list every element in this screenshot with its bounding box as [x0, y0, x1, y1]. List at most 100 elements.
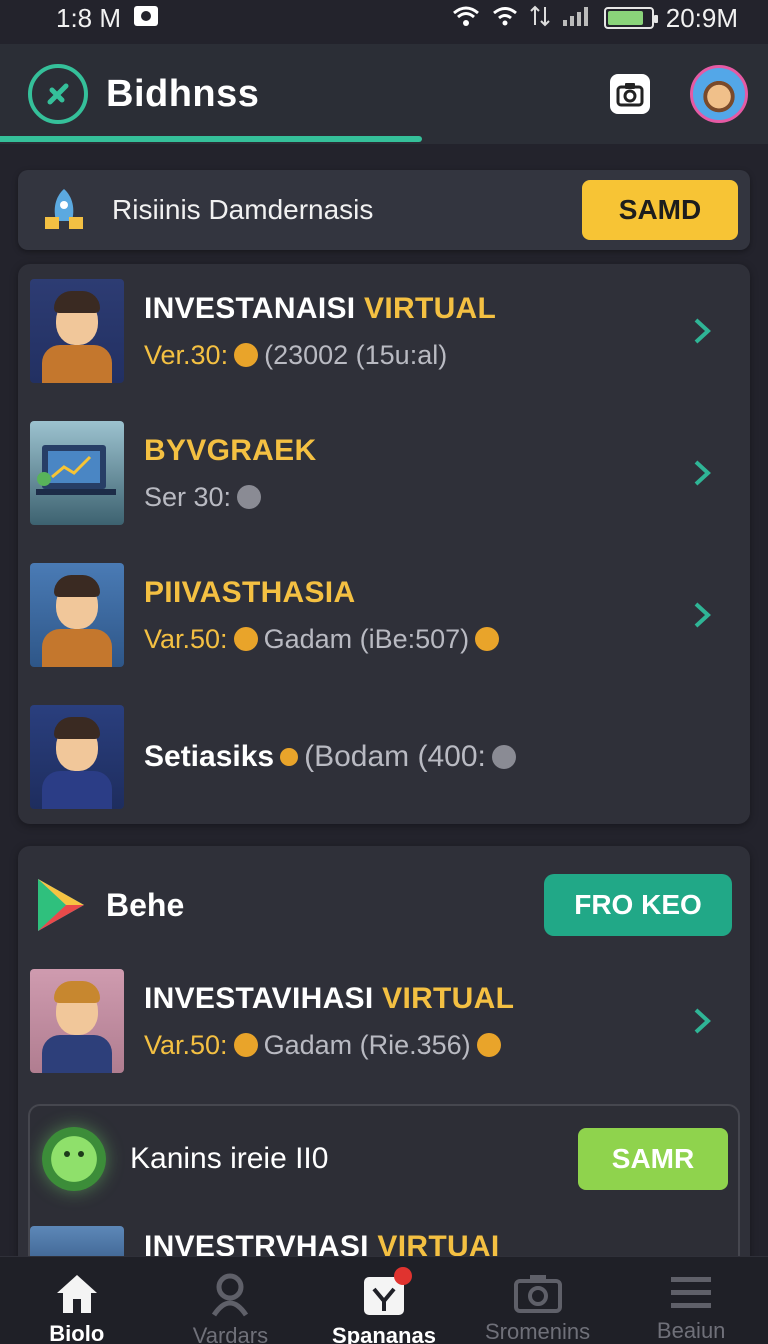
avatar-hair — [54, 575, 100, 597]
avatar[interactable] — [690, 65, 748, 123]
nested-card-title: Kanins ireie II0 — [130, 1142, 329, 1175]
laptop-chart-image — [30, 421, 124, 525]
status-time-right: 20:9M — [665, 2, 738, 33]
item-sub-label: Ver.30: — [144, 339, 229, 370]
item-title-main: INVESTAVIHASI — [144, 981, 374, 1015]
notification-badge — [393, 1267, 412, 1285]
chevron-right-icon[interactable] — [686, 1005, 718, 1037]
battery-fill — [607, 11, 644, 25]
item-subtitle: Var.50: Gadam (iBe:507) — [144, 624, 738, 655]
avatar-body — [42, 345, 112, 383]
coin-icon — [491, 745, 516, 769]
coin-icon — [233, 1033, 258, 1057]
nav-label: Vardars — [192, 1323, 269, 1344]
nav-label: Sromenins — [485, 1319, 591, 1344]
item-subtitle: Ser 30: — [144, 482, 738, 513]
item-title-accent: VIRTUAL — [364, 291, 497, 325]
list-item-text: Setiasiks (Bodam (400: — [144, 740, 738, 774]
item-subtitle: Ver.30: (23002 (15u:al) — [144, 340, 738, 371]
investor-avatar-image — [30, 563, 124, 667]
promo-banner[interactable]: Risiinis Damdernasis SAMD — [18, 170, 750, 250]
nav-label: Beaiun — [656, 1318, 726, 1343]
nav-item-spananas[interactable]: Spananas — [307, 1257, 461, 1344]
avatar-hair — [54, 981, 100, 1003]
rocket-icon — [36, 182, 92, 238]
coin-icon — [237, 485, 262, 509]
list-item[interactable]: Setiasiks (Bodam (400: — [30, 704, 738, 810]
screenshot-icon — [133, 3, 159, 34]
promo-button[interactable]: SAMD — [582, 180, 738, 240]
bottom-nav: Biolo Vardars Spananas Sromenins Beaiun — [0, 1256, 768, 1344]
battery-icon — [603, 7, 658, 29]
section-title: Behe — [106, 886, 185, 923]
investor-avatar-image — [30, 705, 124, 809]
status-time-left: 1:8 M — [56, 2, 122, 33]
data-transfer-icon — [530, 3, 550, 34]
camera-icon[interactable] — [610, 74, 650, 114]
home-icon — [53, 1273, 101, 1315]
avatar-body — [42, 629, 112, 667]
header-tab-indicator — [0, 136, 423, 142]
coin-icon — [476, 1033, 501, 1057]
investor-avatar-image — [30, 279, 124, 383]
item-sub-rest: (23002 (15u:al) — [264, 339, 448, 370]
avatar-hair — [54, 717, 100, 739]
item-sub-label: Var.50: — [144, 623, 228, 654]
coin-icon — [234, 343, 259, 367]
wifi-icon — [452, 3, 480, 34]
item-title: INVESTANAISI VIRTUAL — [144, 292, 738, 326]
item-subtitle: Setiasiks (Bodam (400: — [144, 740, 738, 774]
coin-icon — [475, 627, 500, 651]
item-title: INVESTAVIHASI VIRTUAL — [144, 982, 738, 1016]
item-subtitle: Var.50: Gadam (Rie.356) — [144, 1030, 738, 1061]
item-title-accent: VIRTUAL — [382, 981, 515, 1015]
item-sub-label: Ser 30: — [144, 481, 232, 512]
item-title: Setiasiks — [144, 740, 275, 773]
nav-item-beaiun[interactable]: Beaiun — [614, 1257, 768, 1344]
nav-label: Biolo — [49, 1321, 105, 1344]
section-card: Behe FRO KEO INVESTAVIHASI VIRTUAL Var.5… — [18, 846, 750, 1286]
chevron-right-icon[interactable] — [686, 599, 718, 631]
list-item-text: INVESTAVIHASI VIRTUAL Var.50: Gadam (Rie… — [144, 982, 738, 1061]
avatar-hair — [54, 291, 100, 313]
investor-avatar-image — [30, 969, 124, 1073]
chevron-right-icon[interactable] — [686, 457, 718, 489]
coin-icon — [233, 627, 258, 651]
person-icon — [206, 1273, 254, 1317]
app-logo-icon[interactable] — [28, 64, 88, 124]
play-store-icon — [36, 877, 86, 933]
list-item[interactable]: PIIVASTHASIA Var.50: Gadam (iBe:507) — [30, 562, 738, 668]
item-sub-rest: Gadam (iBe:507) — [263, 623, 470, 654]
list-item[interactable]: INVESTANAISI VIRTUAL Ver.30: (23002 (15u… — [30, 278, 738, 384]
item-sub-rest: Gadam (Rie.356) — [263, 1029, 471, 1060]
item-title-main: INVESTANAISI — [144, 291, 356, 325]
list-item-text: INVESTANAISI VIRTUAL Ver.30: (23002 (15u… — [144, 292, 738, 371]
signal-icon — [562, 3, 592, 34]
nav-item-vardars[interactable]: Vardars — [154, 1257, 308, 1344]
app-title: Bidhnss — [106, 72, 260, 115]
nav-label: Spananas — [332, 1323, 436, 1344]
investments-card: INVESTANAISI VIRTUAL Ver.30: (23002 (15u… — [18, 264, 750, 824]
section-action-button[interactable]: FRO KEO — [544, 874, 732, 936]
promo-text: Risiinis Damdernasis — [112, 194, 374, 225]
list-item[interactable]: BYVGRAEK Ser 30: — [30, 420, 738, 526]
chevron-right-icon[interactable] — [686, 315, 718, 347]
nav-item-sromenins[interactable]: Sromenins — [461, 1257, 615, 1344]
avatar-body — [42, 771, 112, 809]
coin-icon — [280, 748, 299, 766]
item-title: PIIVASTHASIA — [144, 575, 356, 609]
robot-icon — [42, 1127, 106, 1191]
item-sub-rest: (Bodam (400: — [304, 740, 486, 773]
app-header: Bidhnss — [0, 44, 768, 144]
avatar-body — [42, 1035, 112, 1073]
nested-card-header: Kanins ireie II0 SAMR — [42, 1124, 728, 1194]
camera-icon — [513, 1273, 562, 1313]
nav-item-home[interactable]: Biolo — [0, 1257, 154, 1344]
item-title: BYVGRAEK — [144, 433, 317, 467]
item-sub-label: Var.50: — [144, 1029, 228, 1060]
wifi-alt-icon — [492, 3, 518, 34]
nested-card-button[interactable]: SAMR — [578, 1128, 728, 1190]
section-header: Behe FRO KEO — [36, 870, 732, 940]
shopping-bag-icon — [360, 1267, 412, 1317]
list-item[interactable]: INVESTAVIHASI VIRTUAL Var.50: Gadam (Rie… — [30, 968, 738, 1074]
